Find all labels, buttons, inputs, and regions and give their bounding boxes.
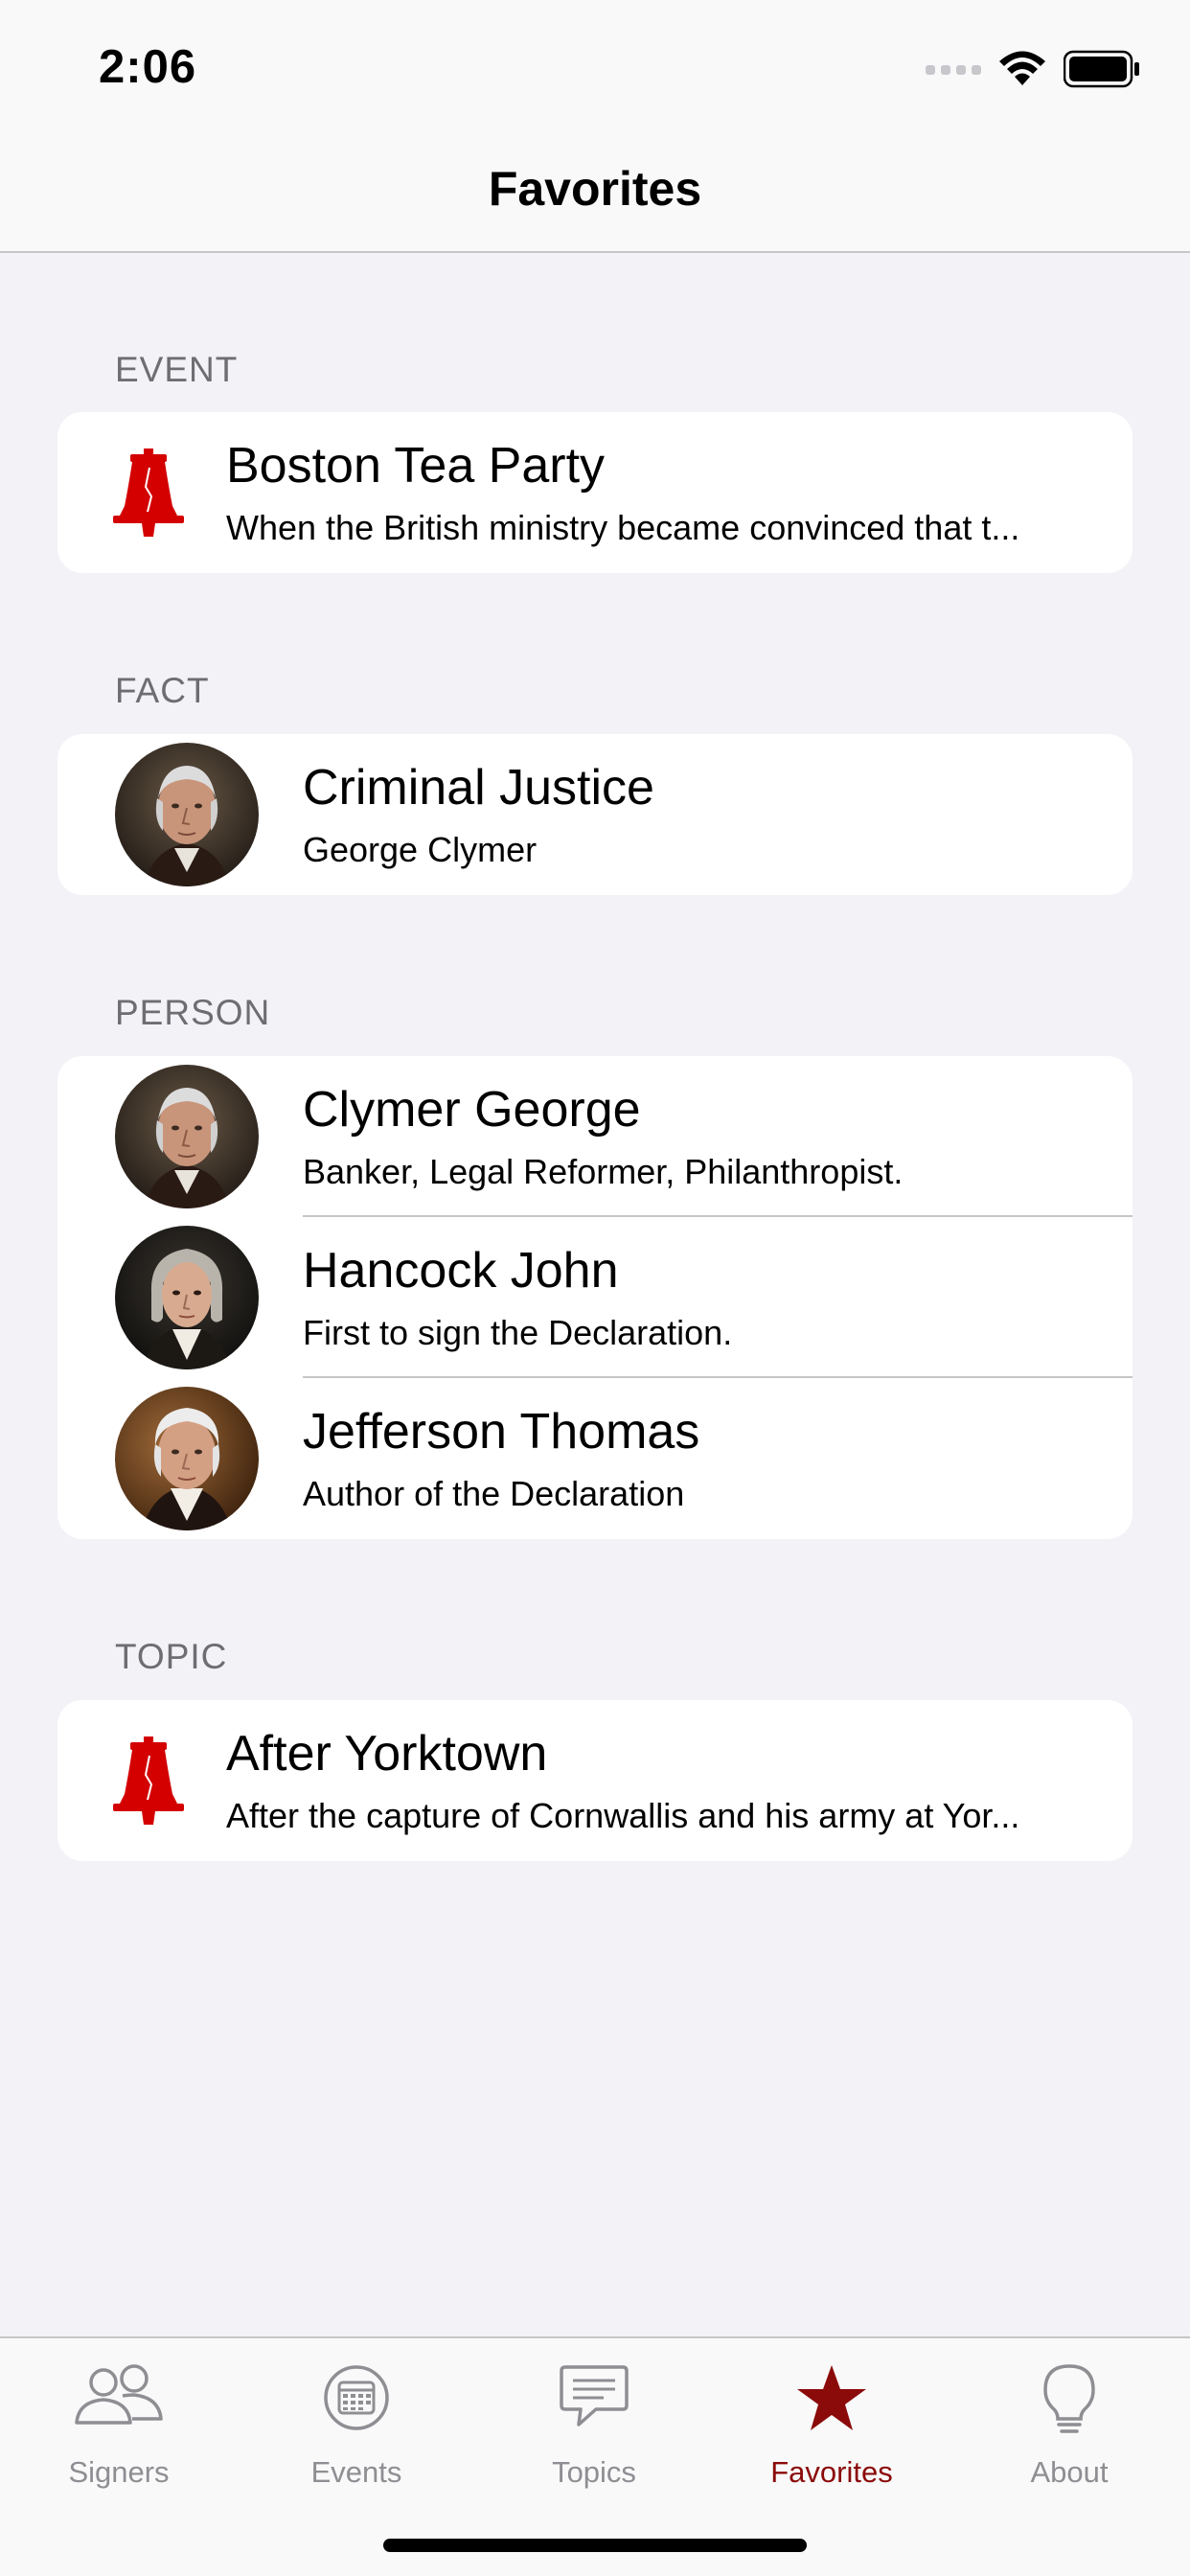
section-header-topic: TOPIC [115,1637,228,1676]
tab-label: Topics [552,2455,636,2489]
list-item-subtitle: First to sign the Declaration. [303,1313,733,1352]
portrait-george-clymer-icon [115,1065,259,1208]
list-item-subtitle: Banker, Legal Reformer, Philanthropist. [303,1152,904,1191]
liberty-bell-icon [111,448,186,537]
list-item-title: After Yorktown [226,1726,548,1782]
status-bar: 2:06 [0,0,1190,126]
tab-events[interactable]: Events [238,2338,475,2511]
tab-about[interactable]: About [950,2338,1188,2511]
list-item-title: Boston Tea Party [226,438,606,494]
tab-favorites[interactable]: Favorites [713,2338,950,2511]
list-item-subtitle: When the British ministry became convinc… [226,508,1020,547]
status-icons [926,50,1140,88]
tab-label: Favorites [770,2455,893,2489]
portrait-thomas-jefferson-icon [115,1387,259,1530]
wifi-icon [999,51,1045,85]
list-item-title: Hancock John [303,1243,619,1299]
lightbulb-icon [1043,2364,1095,2433]
person-card: Clymer George Banker, Legal Reformer, Ph… [57,1056,1133,1539]
calendar-icon [324,2365,389,2430]
section-header-fact: FACT [115,671,210,710]
list-item-title: Jefferson Thomas [303,1404,700,1460]
list-item-clymer-george[interactable]: Clymer George Banker, Legal Reformer, Ph… [57,1056,1133,1217]
battery-icon [1064,50,1139,88]
home-indicator[interactable] [383,2539,807,2552]
portrait-john-hancock-icon [115,1226,259,1369]
list-item-hancock-john[interactable]: Hancock John First to sign the Declarati… [57,1217,1133,1378]
list-item-jefferson-thomas[interactable]: Jefferson Thomas Author of the Declarati… [57,1378,1133,1539]
topic-card: After Yorktown After the capture of Corn… [57,1700,1133,1861]
list-item-after-yorktown[interactable]: After Yorktown After the capture of Corn… [57,1700,1133,1861]
section-header-event: EVENT [115,350,239,389]
fact-card: Criminal Justice George Clymer [57,734,1133,895]
section-header-person: PERSON [115,993,271,1032]
list-item-title: Criminal Justice [303,760,654,816]
list-item-subtitle: Author of the Declaration [303,1474,685,1513]
liberty-bell-icon [111,1736,186,1825]
event-card: Boston Tea Party When the British minist… [57,412,1133,573]
star-icon [797,2365,866,2430]
tab-topics[interactable]: Topics [475,2338,713,2511]
status-time: 2:06 [99,41,197,93]
tab-label: Events [310,2455,402,2489]
cellular-signal-icon [926,65,981,75]
list-item-title: Clymer George [303,1082,641,1138]
list-item-criminal-justice[interactable]: Criminal Justice George Clymer [57,734,1133,895]
chat-bubble-icon [560,2365,629,2426]
tab-label: About [1030,2455,1109,2489]
tab-label: Signers [68,2455,170,2489]
page-title: Favorites [488,162,702,216]
list-item-subtitle: After the capture of Cornwallis and his … [226,1796,1020,1835]
list-item-boston-tea-party[interactable]: Boston Tea Party When the British minist… [57,412,1133,573]
tab-signers[interactable]: Signers [0,2338,238,2511]
people-icon [75,2364,163,2425]
portrait-george-clymer-icon [115,743,259,886]
list-item-subtitle: George Clymer [303,830,538,869]
navigation-bar: Favorites [0,126,1190,253]
